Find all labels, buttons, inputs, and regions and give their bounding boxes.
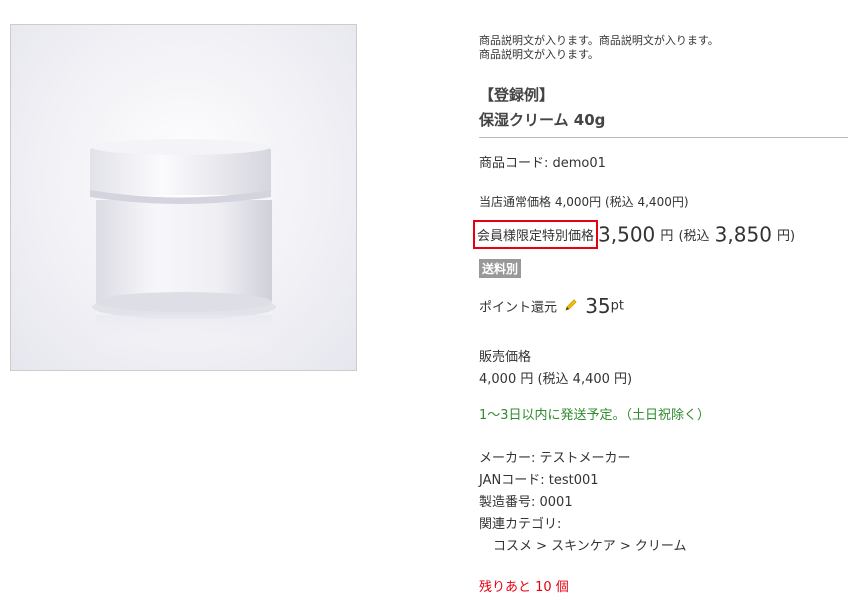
jan-code-info: JANコード: test001 [479, 473, 599, 488]
category-label: 関連カテゴリ: [479, 517, 562, 532]
member-tax-open: (税込 [678, 229, 710, 244]
cream-jar-image [90, 139, 276, 355]
points-value: 35 [585, 294, 611, 318]
member-tax-close: 円) [777, 229, 796, 244]
member-price-row: 会員様限定特別価格 3,500 円 (税込 3,850 円) [473, 220, 796, 249]
points-label: ポイント還元 [479, 300, 558, 316]
serial-number-info: 製造番号: 0001 [479, 495, 573, 510]
product-image[interactable] [10, 24, 357, 371]
member-price-unit: 円 [660, 229, 674, 244]
regular-price: 当店通常価格 4,000円 (税込 4,400円) [479, 195, 689, 209]
category-breadcrumb[interactable]: コスメ > スキンケア > クリーム [493, 535, 687, 554]
points-row: ポイント還元 35pt [479, 294, 624, 318]
shipping-badge: 送料別 [479, 259, 522, 278]
product-name: 保湿クリーム 40g [479, 111, 606, 129]
member-price-value: 3,500 [598, 222, 656, 247]
product-description: 商品説明文が入ります。商品説明文が入ります。 商品説明文が入ります。 [479, 34, 839, 62]
product-code: 商品コード: demo01 [479, 156, 606, 171]
member-price-label: 会員様限定特別価格 [473, 220, 599, 249]
maker-info: メーカー: テストメーカー [479, 451, 631, 466]
divider [479, 137, 848, 138]
points-unit: pt [610, 298, 625, 314]
description-line: 商品説明文が入ります。 [479, 48, 599, 61]
description-line: 商品説明文が入ります。商品説明文が入ります。 [479, 34, 719, 47]
sale-price-value: 4,000 円 (税込 4,400 円) [479, 372, 633, 387]
sale-price-label: 販売価格 [479, 350, 532, 365]
shipping-note: 1〜3日以内に発送予定。（土日祝除く） [479, 408, 711, 423]
example-tag: 【登録例】 [479, 86, 555, 104]
member-tax-price: 3,850 [714, 222, 772, 247]
pencil-icon [564, 297, 578, 316]
stock-remaining: 残りあと 10 個 [479, 580, 569, 595]
